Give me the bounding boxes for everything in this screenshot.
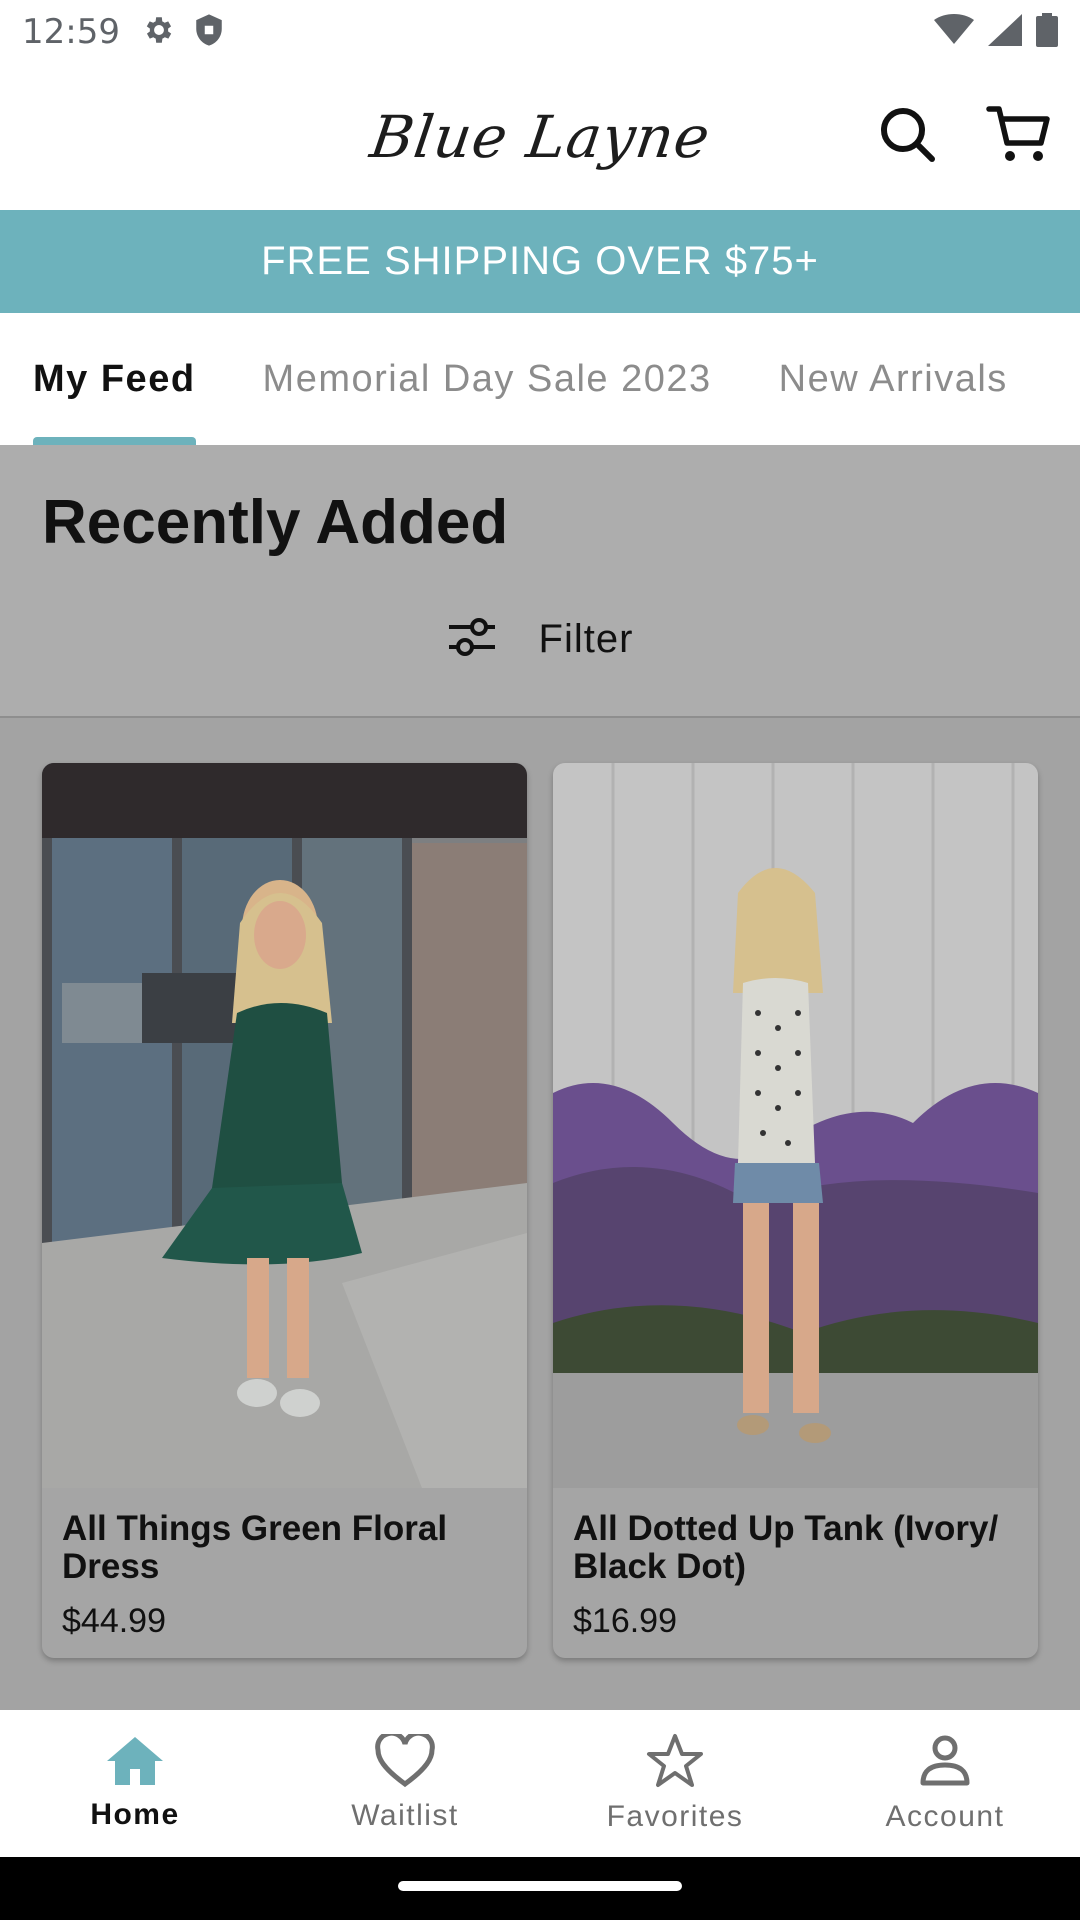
category-tabs: My Feed Memorial Day Sale 2023 New Arriv… [0,313,1080,445]
feed-content: Recently Added Filter All Things Green F… [0,445,1080,1710]
section-title: Recently Added [42,488,509,557]
home-icon [105,1735,165,1792]
product-name[interactable]: All Dotted Up Tank (Ivory/ Black Dot) [573,1510,1018,1586]
nav-label: Account [885,1800,1005,1833]
product-grid: All Things Green Floral Dress $44.99 All… [42,763,1038,1658]
filter-label: Filter [538,617,634,661]
cart-icon[interactable] [986,104,1050,169]
shield-icon [194,13,224,52]
wifi-icon [934,13,974,51]
gesture-handle[interactable] [398,1881,682,1891]
product-price: $16.99 [573,1602,677,1640]
product-image-green-dress[interactable] [42,763,527,1488]
nav-account[interactable]: Account [810,1710,1080,1857]
promo-banner[interactable]: FREE SHIPPING OVER $75+ [0,210,1080,313]
nav-label: Waitlist [351,1799,459,1832]
nav-waitlist[interactable]: Waitlist [270,1710,540,1857]
nav-favorites[interactable]: Favorites [540,1710,810,1857]
search-icon[interactable] [878,105,936,168]
status-bar: 12:59 [0,0,1080,64]
product-card[interactable]: All Things Green Floral Dress $44.99 [42,763,527,1658]
star-icon [645,1733,705,1794]
filter-button[interactable]: Filter [0,615,1080,664]
battery-icon [1036,12,1058,52]
tab-my-feed[interactable]: My Feed [33,313,196,445]
app-header: Blue Layne [0,64,1080,210]
brand-logo[interactable]: Blue Layne [366,103,714,171]
system-gesture-bar [0,1857,1080,1920]
promo-text: FREE SHIPPING OVER $75+ [261,239,819,283]
section-header: Recently Added Filter [0,445,1080,718]
product-price: $44.99 [62,1602,166,1640]
nav-label: Favorites [606,1800,744,1833]
bottom-navigation: Home Waitlist Favorites Account [0,1710,1080,1857]
tab-memorial-day-sale[interactable]: Memorial Day Sale 2023 [263,313,712,445]
product-card[interactable]: All Dotted Up Tank (Ivory/ Black Dot) $1… [553,763,1038,1658]
nav-label: Home [90,1798,180,1831]
tab-new-arrivals[interactable]: New Arrivals [779,313,1008,445]
status-time: 12:59 [22,12,120,52]
product-image-dotted-tank[interactable] [553,763,1038,1488]
heart-icon [375,1730,435,1793]
person-icon [917,1733,973,1794]
nav-home[interactable]: Home [0,1710,270,1857]
signal-icon [988,13,1022,51]
filter-sliders-icon [447,615,497,664]
product-name[interactable]: All Things Green Floral Dress [62,1510,507,1586]
settings-gear-icon [142,13,176,52]
